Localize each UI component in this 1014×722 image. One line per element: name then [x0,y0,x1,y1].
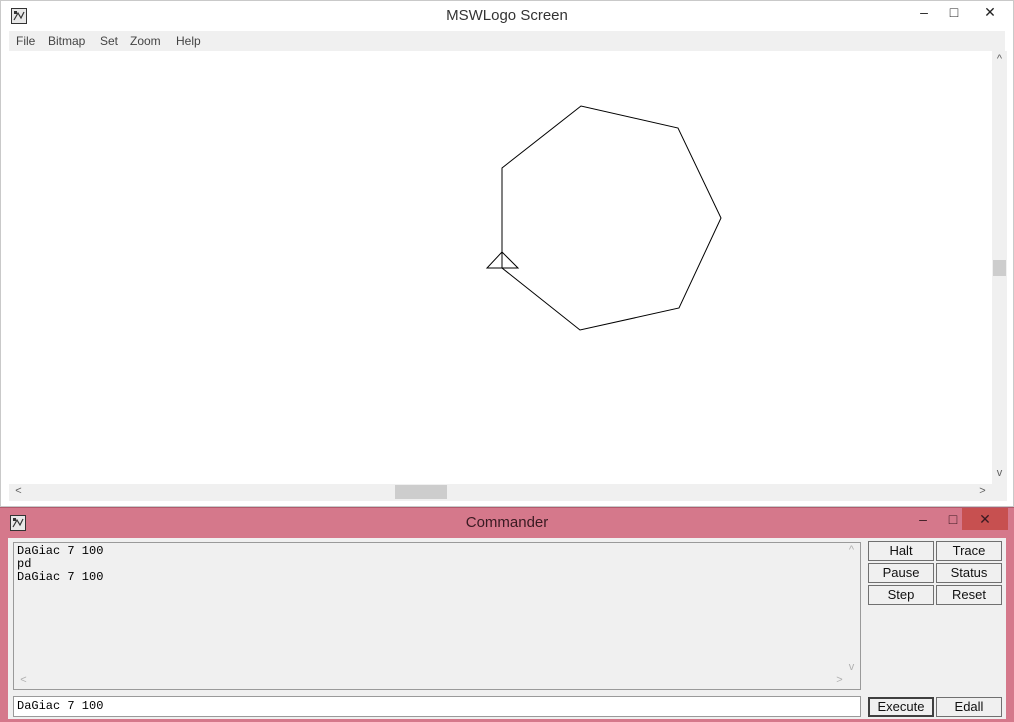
scroll-down-arrow-icon[interactable]: v [992,467,1007,479]
menu-set[interactable]: Set [100,34,118,48]
close-button[interactable]: ✕ [967,1,1013,23]
commander-window: Commander – □ ✕ DaGiac 7 100 pd DaGiac 7… [0,507,1014,722]
logo-screen-window: MSWLogo Screen – □ ✕ File Bitmap Set Zoo… [0,0,1014,507]
history-scroll-left-icon[interactable]: < [16,674,31,686]
menu-bitmap[interactable]: Bitmap [48,34,85,48]
command-input[interactable]: DaGiac 7 100 [13,696,861,717]
history-scroll-right-icon[interactable]: > [832,674,847,686]
scroll-right-arrow-icon[interactable]: > [975,485,990,497]
commander-panel: DaGiac 7 100 pd DaGiac 7 100 ^ v < > DaG… [8,538,1006,719]
logo-screen-titlebar[interactable]: MSWLogo Screen – □ ✕ [1,1,1013,31]
execute-button[interactable]: Execute [868,697,934,717]
canvas-vertical-scrollbar[interactable]: ^ v [992,51,1007,484]
logo-screen-title: MSWLogo Screen [446,7,568,24]
history-vertical-scrollbar[interactable]: ^ v [844,543,860,676]
canvas-horizontal-scrollbar[interactable]: < > [9,484,992,501]
menu-help[interactable]: Help [176,34,201,48]
minimize-button[interactable]: – [909,1,939,23]
commander-close-button[interactable]: ✕ [962,508,1008,530]
scroll-corner [992,484,1007,501]
commander-title: Commander [465,514,549,531]
menu-bar: File Bitmap Set Zoom Help [9,31,1005,51]
scroll-up-arrow-icon[interactable]: ^ [992,53,1007,65]
history-horizontal-scrollbar[interactable]: < > [14,674,847,689]
turtle-canvas[interactable] [9,51,992,484]
history-line[interactable]: DaGiac 7 100 [15,571,103,584]
pause-button[interactable]: Pause [868,563,934,583]
commander-titlebar[interactable]: Commander – □ ✕ [0,508,1014,538]
menu-zoom[interactable]: Zoom [130,34,161,48]
heptagon-shape [501,105,722,331]
canvas-vertical-scroll-thumb[interactable] [993,260,1006,276]
canvas-horizontal-scroll-thumb[interactable] [395,485,447,499]
trace-button[interactable]: Trace [936,541,1002,561]
maximize-button[interactable]: □ [939,1,969,23]
reset-button[interactable]: Reset [936,585,1002,605]
edall-button[interactable]: Edall [936,697,1002,717]
menu-file[interactable]: File [16,34,35,48]
command-history-list[interactable]: DaGiac 7 100 pd DaGiac 7 100 ^ v < > [13,542,861,690]
status-button[interactable]: Status [936,563,1002,583]
step-button[interactable]: Step [868,585,934,605]
scroll-left-arrow-icon[interactable]: < [11,485,26,497]
history-scroll-down-icon[interactable]: v [844,661,859,673]
halt-button[interactable]: Halt [868,541,934,561]
history-scroll-up-icon[interactable]: ^ [844,544,859,556]
commander-minimize-button[interactable]: – [908,508,938,530]
turtle-drawing [485,105,722,331]
